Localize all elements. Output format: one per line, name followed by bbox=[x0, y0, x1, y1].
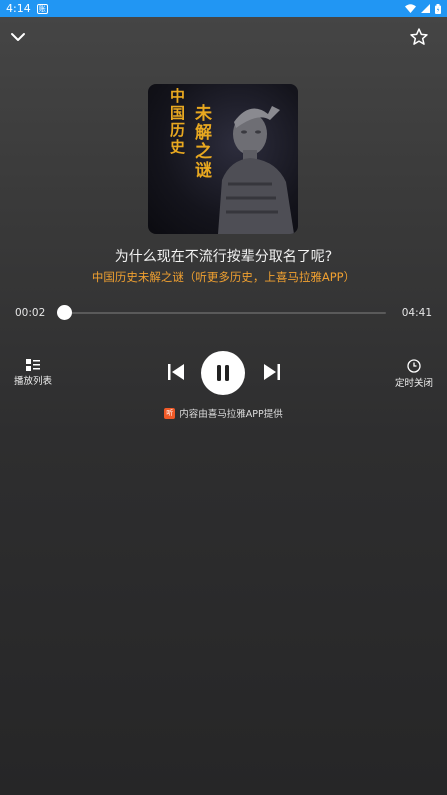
total-time: 04:41 bbox=[401, 307, 432, 319]
album-cover: 中国历史 未解之谜 bbox=[148, 84, 298, 234]
battery-icon bbox=[435, 3, 441, 14]
skip-next-icon bbox=[264, 364, 280, 380]
collapse-button[interactable] bbox=[8, 27, 28, 47]
clock-icon bbox=[407, 359, 421, 373]
seek-thumb[interactable] bbox=[57, 305, 73, 320]
notification-icon: 账 bbox=[36, 3, 48, 14]
favorite-button[interactable] bbox=[408, 26, 430, 48]
status-time: 4:14 bbox=[6, 2, 31, 15]
previous-button[interactable] bbox=[165, 361, 187, 383]
play-pause-button[interactable] bbox=[201, 351, 245, 395]
playlist-button[interactable]: 播放列表 bbox=[14, 359, 52, 387]
track-title: 为什么现在不流行按辈分取名了呢? bbox=[114, 249, 333, 265]
wifi-icon bbox=[405, 4, 416, 13]
seek-bar[interactable] bbox=[62, 312, 386, 314]
playlist-icon bbox=[26, 359, 40, 371]
terracotta-warrior-image bbox=[218, 106, 294, 234]
timer-label: 定时关闭 bbox=[394, 378, 433, 389]
credit-text: 内容由喜马拉雅APP提供 bbox=[179, 409, 283, 420]
next-button[interactable] bbox=[261, 361, 283, 383]
content-credit: 听 内容由喜马拉雅APP提供 bbox=[0, 406, 447, 420]
status-bar: 4:14 账 bbox=[0, 0, 447, 17]
chevron-down-icon bbox=[11, 33, 25, 41]
skip-previous-icon bbox=[168, 364, 184, 380]
ximalaya-logo-icon: 听 bbox=[164, 407, 176, 419]
cover-text-left: 中国历史 bbox=[168, 88, 186, 156]
album-subtitle: 中国历史未解之谜（听更多历史，上喜马拉雅APP） bbox=[91, 270, 356, 284]
star-outline-icon bbox=[410, 28, 428, 45]
signal-icon bbox=[421, 4, 430, 13]
sleep-timer-button[interactable]: 定时关闭 bbox=[394, 359, 434, 389]
current-time: 00:02 bbox=[15, 307, 46, 319]
pause-icon bbox=[217, 365, 229, 381]
playlist-label: 播放列表 bbox=[14, 376, 53, 387]
